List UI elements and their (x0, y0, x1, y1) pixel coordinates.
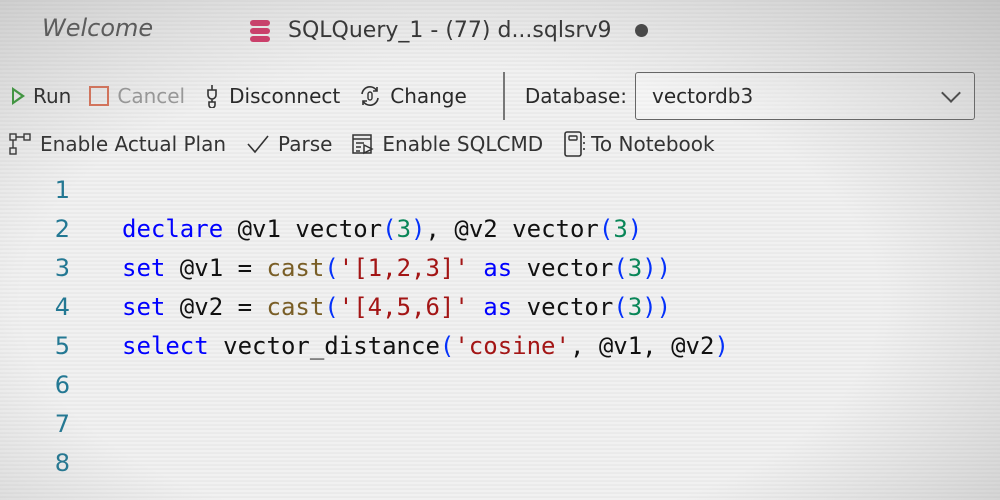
cancel-label: Cancel (117, 84, 186, 108)
code-token: 3 (627, 253, 643, 282)
change-connection-button[interactable]: Change (358, 84, 467, 108)
code-token: 3 (627, 292, 643, 321)
code-token: )) (642, 253, 672, 282)
line-number: 2 (54, 214, 70, 243)
tab-sqlquery[interactable]: SQLQuery_1 - (77) d...sqlsrv9 (250, 18, 649, 43)
toolbar-divider (502, 72, 505, 120)
code-token: ) (411, 214, 426, 243)
disconnect-icon (203, 84, 221, 108)
code-line[interactable]: 4 set @v2 = cast('[4,5,6]' as vector(3)) (0, 287, 1000, 326)
play-icon (12, 87, 25, 105)
enable-sqlcmd-button[interactable]: Enable SQLCMD (352, 132, 543, 156)
code-line[interactable]: 3 set @v1 = cast('[1,2,3]' as vector(3)) (0, 248, 1000, 287)
code-token: )) (642, 292, 672, 321)
code-text: declare @v1 vector(3), @v2 vector(3) (122, 215, 642, 243)
code-token: ) (714, 331, 729, 360)
disconnect-button[interactable]: Disconnect (203, 84, 340, 108)
code-token: ( (439, 331, 455, 360)
unsaved-dot-icon[interactable] (635, 24, 649, 37)
query-toolbar: Run Cancel Disconnect Change Database: v… (0, 72, 1000, 120)
code-token: as (483, 292, 513, 321)
to-notebook-button[interactable]: To Notebook (563, 130, 715, 158)
stop-icon (89, 86, 110, 106)
notebook-icon (563, 130, 587, 158)
enable-actual-plan-label: Enable Actual Plan (40, 132, 227, 156)
tab-welcome[interactable]: Welcome (42, 14, 153, 42)
code-token: 3 (613, 214, 628, 243)
code-line[interactable]: 6 (0, 365, 1000, 404)
code-token: ( (613, 292, 628, 321)
code-token: @v2 = (165, 292, 267, 321)
database-icon (250, 19, 270, 42)
line-number: 6 (54, 370, 70, 399)
change-connection-icon (358, 84, 382, 108)
sqlcmd-icon (352, 133, 375, 155)
cancel-button[interactable]: Cancel (89, 84, 185, 108)
parse-label: Parse (278, 132, 333, 156)
checkmark-icon (246, 134, 270, 154)
chevron-down-icon (941, 83, 961, 103)
change-label: Change (390, 84, 467, 108)
code-token: ( (324, 253, 339, 282)
code-token: ( (613, 253, 628, 282)
code-line[interactable]: 7 (0, 404, 1000, 443)
code-token: vector_distance (208, 331, 440, 360)
code-token: declare (122, 214, 224, 243)
enable-actual-plan-button[interactable]: Enable Actual Plan (8, 132, 226, 156)
line-number: 3 (54, 253, 70, 282)
tab-sqlquery-label: SQLQuery_1 - (77) d...sqlsrv9 (288, 18, 612, 43)
execution-plan-icon (8, 132, 32, 156)
code-token: ( (382, 214, 397, 243)
to-notebook-label: To Notebook (591, 132, 715, 156)
code-text: set @v1 = cast('[1,2,3]' as vector(3)) (122, 254, 671, 282)
code-line[interactable]: 8 (0, 443, 1000, 482)
code-token: cast (266, 292, 325, 321)
line-number: 8 (54, 448, 70, 477)
disconnect-label: Disconnect (229, 84, 341, 108)
parse-button[interactable]: Parse (246, 132, 332, 156)
database-value: vectordb3 (651, 84, 754, 108)
database-select[interactable]: vectordb3 (634, 72, 975, 120)
code-text: select vector_distance('cosine', @v1, @v… (122, 332, 729, 360)
code-token: '[4,5,6]' (338, 292, 469, 321)
code-token: '[1,2,3]' (338, 253, 469, 282)
code-token: , @v2 vector (425, 214, 599, 243)
code-token: ) (627, 214, 643, 243)
code-token: vector (512, 253, 614, 282)
code-line[interactable]: 2 declare @v1 vector(3), @v2 vector(3) (0, 209, 1000, 248)
code-line[interactable]: 5 select vector_distance('cosine', @v1, @… (0, 326, 1000, 365)
code-token: 'cosine' (454, 331, 570, 360)
query-toolbar-secondary: Enable Actual Plan Parse Enable SQLCMD T… (8, 128, 735, 160)
code-token: vector (512, 292, 614, 321)
code-token: as (483, 253, 513, 282)
line-number: 5 (54, 331, 70, 360)
code-editor[interactable]: 1 2 declare @v1 vector(3), @v2 vector(3) 3 s… (0, 170, 1000, 482)
code-token: cast (266, 253, 325, 282)
code-token: set (122, 292, 166, 321)
run-label: Run (33, 84, 72, 108)
code-token: , @v1, @v2 (569, 331, 715, 360)
enable-sqlcmd-label: Enable SQLCMD (382, 132, 544, 156)
code-line[interactable]: 1 (0, 170, 1000, 209)
code-token: select (122, 331, 209, 360)
code-token: ( (598, 214, 614, 243)
code-token: ( (324, 292, 339, 321)
code-token: 3 (396, 214, 412, 243)
code-text: set @v2 = cast('[4,5,6]' as vector(3)) (122, 293, 671, 321)
code-token: @v1 = (165, 253, 267, 282)
line-number: 4 (54, 292, 70, 321)
run-button[interactable]: Run (12, 84, 71, 108)
tab-bar: Welcome SQLQuery_1 - (77) d...sqlsrv9 (0, 0, 1000, 60)
line-number: 7 (54, 409, 70, 438)
code-token: set (122, 253, 166, 282)
database-label: Database: (524, 84, 627, 108)
code-token: @v1 vector (223, 214, 383, 243)
line-number: 1 (54, 175, 70, 204)
